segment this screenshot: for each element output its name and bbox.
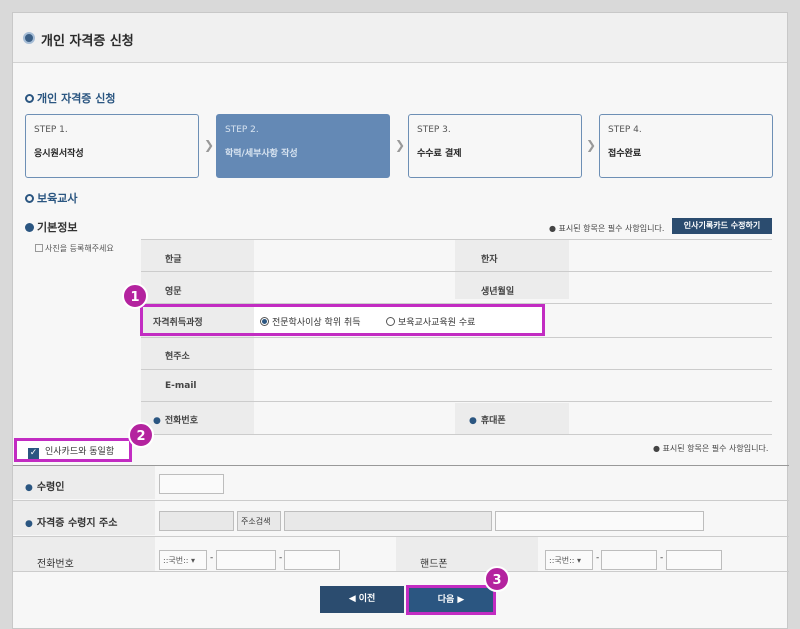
mobile-area-select[interactable]: ::국번:: ▾	[545, 550, 593, 570]
recipient-input[interactable]	[159, 474, 224, 494]
step-3: STEP 3. 수수료 결제	[408, 114, 582, 178]
row-divider	[13, 571, 789, 572]
section-teacher-title: 보육교사	[25, 190, 77, 206]
required-dot-icon: ●	[469, 416, 477, 426]
dash: -	[660, 553, 664, 563]
label-cell	[13, 537, 155, 571]
mobile-middle-input[interactable]	[601, 550, 657, 570]
phone-area-select[interactable]: ::국번:: ▾	[159, 550, 207, 570]
checkbox-checked-icon[interactable]: ✓	[28, 448, 39, 459]
course-option-degree[interactable]: 전문학사이상 학위 취득	[260, 315, 361, 328]
required-dot-icon: ●	[25, 519, 33, 529]
page-title: 개인 자격증 신청	[41, 34, 134, 49]
row-divider	[141, 271, 772, 272]
required-note: ● 표시된 항목은 필수 사항입니다.	[549, 224, 665, 233]
annotation-badge-2: 2	[128, 422, 154, 448]
receive-mobile-label: 핸드폰	[420, 559, 448, 570]
application-frame: 개인 자격증 신청 개인 자격증 신청 STEP 1. 응시원서작성 ❯ STE…	[12, 12, 789, 629]
recipient-label: ● 수령인	[25, 482, 65, 493]
label-cell	[396, 537, 538, 571]
ring-bullet-icon	[25, 194, 34, 203]
page-header: 개인 자격증 신청	[13, 13, 787, 63]
header-bullet-icon	[23, 32, 35, 44]
step-title: 학력/세부사항 작성	[225, 149, 298, 159]
course-label: 자격취득과정	[153, 318, 203, 328]
step-number: STEP 4.	[608, 125, 642, 135]
step-title: 수수료 결제	[417, 149, 462, 159]
hr-card-edit-button[interactable]: 인사기록카드 수정하기	[672, 218, 772, 234]
basic-info-title: 기본정보	[25, 219, 77, 235]
broken-image-icon	[35, 244, 43, 252]
step-1: STEP 1. 응시원서작성	[25, 114, 199, 178]
english-name-label: 영문	[165, 287, 182, 297]
same-as-card-checkbox[interactable]: ✓ 인사카드와 동일함	[28, 444, 114, 459]
receive-phone-label: 전화번호	[37, 559, 74, 570]
hanja-name-label: 한자	[481, 255, 498, 265]
same-as-card-highlight: ✓ 인사카드와 동일함	[14, 438, 132, 462]
step-title: 응시원서작성	[34, 149, 84, 159]
course-option-training[interactable]: 보육교사교육원 수료	[386, 315, 475, 328]
radio-unselected-icon[interactable]	[386, 317, 395, 326]
step-2: STEP 2. 학력/세부사항 작성	[216, 114, 390, 178]
zipcode-input[interactable]	[159, 511, 234, 531]
required-note-2: ● 표시된 항목은 필수 사항입니다.	[653, 444, 769, 453]
address-search-button[interactable]: 주소검색	[237, 511, 281, 531]
chevron-right-icon: ❯	[395, 138, 406, 152]
next-button[interactable]: 다음 ▶	[409, 588, 493, 612]
birth-date-label: 생년월일	[481, 287, 515, 297]
korean-name-label: 한글	[165, 255, 182, 265]
section-apply-title: 개인 자격증 신청	[25, 90, 116, 106]
row-divider	[141, 401, 772, 402]
step-4: STEP 4. 접수완료	[599, 114, 773, 178]
dash: -	[596, 553, 600, 563]
photo-placeholder[interactable]: 사진을 등록해주세요	[35, 243, 114, 254]
address-label: 현주소	[165, 352, 190, 362]
dash: -	[210, 553, 214, 563]
chevron-right-icon: ❯	[204, 138, 215, 152]
dash: -	[279, 553, 283, 563]
step-number: STEP 1.	[34, 125, 68, 135]
step-number: STEP 2.	[225, 125, 259, 135]
receive-address-label: ● 자격증 수령지 주소	[25, 518, 118, 529]
step-title: 접수완료	[608, 149, 642, 159]
arrow-bullet-icon	[25, 223, 34, 232]
phone-last-input[interactable]	[284, 550, 340, 570]
address-detail-input[interactable]	[495, 511, 704, 531]
phone-middle-input[interactable]	[216, 550, 276, 570]
step-number: STEP 3.	[417, 125, 451, 135]
next-highlight: 다음 ▶	[406, 585, 496, 615]
required-dot-icon: ●	[153, 416, 161, 426]
row-divider	[141, 337, 772, 338]
required-dot-icon: ●	[25, 483, 33, 493]
phone-label: ● 전화번호	[153, 416, 198, 426]
row-divider	[141, 369, 772, 370]
course-highlight: 자격취득과정 전문학사이상 학위 취득 보육교사교육원 수료	[140, 304, 545, 336]
mobile-last-input[interactable]	[666, 550, 722, 570]
row-divider	[141, 434, 772, 435]
annotation-badge-1: 1	[122, 283, 148, 309]
chevron-right-icon: ❯	[586, 138, 597, 152]
radio-selected-icon[interactable]	[260, 317, 269, 326]
prev-button[interactable]: ◀ 이전	[320, 586, 404, 613]
row-divider	[141, 239, 772, 240]
address-input[interactable]	[284, 511, 492, 531]
email-label: E-mail	[165, 381, 197, 391]
ring-bullet-icon	[25, 94, 34, 103]
mobile-label: ● 휴대폰	[469, 416, 506, 426]
annotation-badge-3: 3	[484, 566, 510, 592]
